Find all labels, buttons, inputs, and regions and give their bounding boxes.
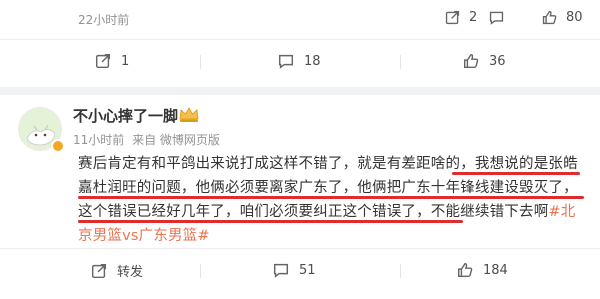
action-separator — [400, 55, 401, 69]
comment-count: 18 — [304, 53, 321, 69]
action-separator — [400, 264, 401, 278]
comment-icon — [273, 263, 289, 278]
highlight-underline — [452, 172, 580, 175]
divider — [0, 39, 600, 40]
highlight-underline — [78, 220, 463, 223]
verified-badge-icon — [51, 139, 65, 153]
share-button[interactable]: 2 — [444, 9, 477, 26]
post-body-text: 赛后肯定有和平鸽出来说打成这样不错了，就是有差距啥的，我想说的是张皓嘉杜润旺的问… — [78, 156, 578, 220]
like-count: 36 — [489, 53, 506, 69]
repost-button[interactable]: 1 — [94, 52, 129, 70]
card-gap — [0, 87, 600, 95]
repost-icon — [95, 53, 111, 69]
comment-count: 51 — [299, 262, 316, 278]
comment-action-button[interactable]: 51 — [272, 261, 316, 279]
thumbs-up-icon — [457, 262, 473, 278]
like-action-button[interactable]: 184 — [456, 261, 508, 279]
comment-icon — [489, 11, 504, 25]
action-separator — [200, 55, 201, 69]
share-icon — [445, 10, 460, 25]
action-separator — [200, 264, 201, 278]
repost-button[interactable]: 转发 — [90, 261, 143, 280]
divider — [0, 248, 600, 249]
like-count: 184 — [483, 262, 508, 278]
like-action-button[interactable]: 36 — [462, 52, 506, 70]
thumbs-up-icon — [542, 10, 557, 25]
post-text: 赛后肯定有和平鸽出来说打成这样不错了，就是有差距啥的，我想说的是张皓嘉杜润旺的问… — [78, 152, 578, 248]
post-time: 22小时前 — [78, 13, 130, 27]
post-card: 不小心摔了一脚 11小时前 来自 微博网页版 赛后肯定有和平鸽出来说打成这样不错… — [0, 95, 600, 299]
username[interactable]: 不小心摔了一脚 — [73, 105, 178, 126]
highlight-underline — [78, 196, 584, 199]
post-time[interactable]: 11小时前 — [73, 133, 124, 147]
post-meta: 11小时前 来自 微博网页版 — [73, 131, 220, 148]
repost-icon — [91, 263, 107, 278]
thumbs-up-icon — [463, 53, 479, 69]
like-count: 80 — [566, 10, 583, 25]
crown-badge-icon — [179, 107, 199, 122]
post-source: 来自 微博网页版 — [132, 133, 220, 147]
like-button[interactable]: 80 — [541, 9, 583, 26]
post-card-previous: 22小时前 2 80 1 18 36 — [0, 0, 600, 87]
comment-action-button[interactable]: 18 — [277, 52, 321, 70]
repost-count: 1 — [121, 53, 130, 69]
comment-button[interactable] — [488, 9, 505, 26]
comment-icon — [278, 54, 294, 69]
share-count: 2 — [469, 10, 478, 25]
repost-label: 转发 — [117, 265, 144, 280]
